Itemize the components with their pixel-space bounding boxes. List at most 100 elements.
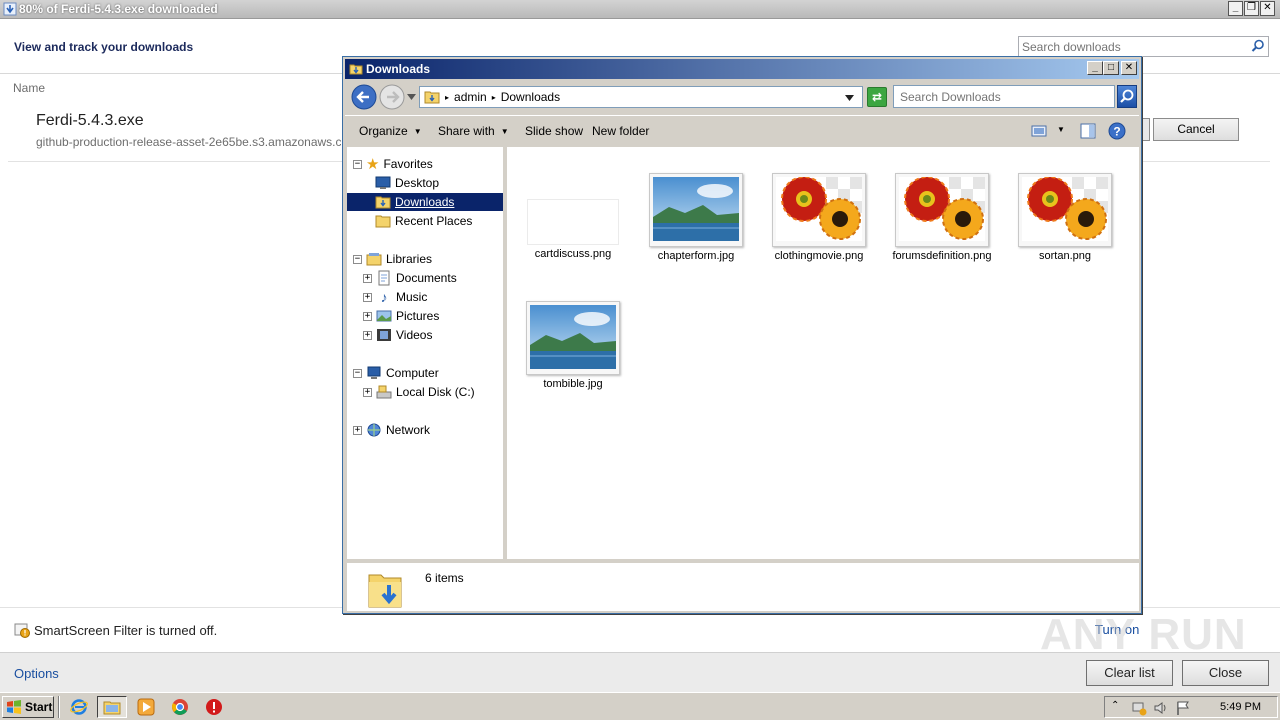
preview-pane-icon[interactable] <box>1080 123 1096 139</box>
blank-thumbnail[interactable] <box>527 199 619 245</box>
history-dropdown-icon[interactable] <box>407 94 416 100</box>
breadcrumb-separator-icon[interactable]: ▸ <box>445 93 449 102</box>
share-with-menu[interactable]: Share with ▼ <box>438 124 509 138</box>
collapse-icon[interactable]: − <box>353 368 362 378</box>
cancel-download-button[interactable]: Cancel <box>1153 118 1239 141</box>
network-status-icon[interactable] <box>1131 700 1147 716</box>
clock[interactable]: 5:49 PM <box>1220 701 1261 713</box>
file-name[interactable]: chapterform.jpg <box>646 250 746 263</box>
volume-icon[interactable] <box>1153 700 1169 716</box>
explorer-search-box[interactable] <box>893 85 1115 108</box>
pictures-icon <box>376 310 392 322</box>
explorer-close-button[interactable]: ✕ <box>1121 61 1137 75</box>
collapse-icon[interactable]: − <box>353 254 362 264</box>
tree-label: Computer <box>386 366 439 380</box>
explorer-maximize-button[interactable]: □ <box>1103 61 1119 75</box>
tree-videos[interactable]: + Videos <box>363 326 432 344</box>
close-button[interactable]: Close <box>1182 660 1269 686</box>
landscape-thumbnail[interactable] <box>526 301 620 375</box>
file-item[interactable]: tombible.jpg <box>523 301 623 391</box>
file-name[interactable]: cartdiscuss.png <box>523 248 623 261</box>
security-app-taskbar[interactable] <box>199 696 229 718</box>
options-link[interactable]: Options <box>14 666 59 681</box>
show-hidden-icons-icon[interactable]: ⌃ <box>1111 700 1119 711</box>
name-column-header[interactable]: Name <box>13 81 45 95</box>
media-player-taskbar[interactable] <box>131 696 161 718</box>
tree-pictures[interactable]: + Pictures <box>363 307 439 325</box>
chrome-taskbar[interactable] <box>165 696 195 718</box>
explorer-search-input[interactable] <box>894 86 1104 107</box>
flowers-thumbnail[interactable] <box>895 173 989 247</box>
explorer-search-button[interactable] <box>1117 85 1137 108</box>
flowers-thumbnail[interactable] <box>1018 173 1112 247</box>
slide-show-button[interactable]: Slide show <box>525 124 583 138</box>
tree-computer[interactable]: − Computer <box>353 364 439 382</box>
search-icon[interactable] <box>1251 39 1265 53</box>
internet-explorer-taskbar[interactable] <box>64 696 94 718</box>
download-icon <box>3 2 17 16</box>
explorer-titlebar: Downloads _ □ ✕ <box>345 59 1139 79</box>
landscape-thumbnail[interactable] <box>649 173 743 247</box>
address-dropdown-icon[interactable] <box>845 95 854 101</box>
explorer-minimize-button[interactable]: _ <box>1087 61 1103 75</box>
tree-music[interactable]: + ♪ Music <box>363 288 427 306</box>
expand-icon[interactable]: + <box>363 273 372 283</box>
expand-icon[interactable]: + <box>363 387 372 397</box>
expand-icon[interactable]: + <box>363 330 372 340</box>
restore-button[interactable]: ❐ <box>1244 1 1259 16</box>
tree-downloads[interactable]: Downloads <box>347 193 503 211</box>
clear-list-button[interactable]: Clear list <box>1086 660 1173 686</box>
back-arrow-icon[interactable] <box>351 84 377 110</box>
view-options-icon[interactable] <box>1031 124 1047 138</box>
item-count: 6 items <box>425 571 464 585</box>
computer-icon <box>367 366 381 379</box>
hard-disk-icon <box>376 385 392 399</box>
expand-icon[interactable]: + <box>353 425 362 435</box>
new-folder-label: New folder <box>592 124 650 138</box>
refresh-icon[interactable]: ⇄ <box>867 87 887 107</box>
organize-menu[interactable]: Organize ▼ <box>359 124 422 138</box>
file-item[interactable]: cartdiscuss.png <box>523 173 623 261</box>
tree-network[interactable]: + Network <box>353 421 430 439</box>
tree-desktop[interactable]: Desktop <box>375 174 439 192</box>
tree-libraries[interactable]: − Libraries <box>353 250 432 268</box>
libraries-icon <box>366 253 382 266</box>
file-item[interactable]: sortan.png <box>1015 173 1115 263</box>
flowers-thumbnail[interactable] <box>772 173 866 247</box>
start-button[interactable]: Start <box>2 696 54 718</box>
view-dropdown-icon[interactable]: ▼ <box>1057 125 1065 134</box>
search-downloads-input[interactable] <box>1019 37 1244 56</box>
collapse-icon[interactable]: − <box>353 159 362 169</box>
help-icon[interactable]: ? <box>1108 122 1126 140</box>
tree-local-disk[interactable]: + Local Disk (C:) <box>363 383 475 401</box>
new-folder-button[interactable]: New folder <box>592 124 649 138</box>
forward-arrow-icon[interactable] <box>379 84 405 110</box>
explorer-taskbar[interactable] <box>97 696 127 718</box>
smartscreen-text: SmartScreen Filter is turned off. <box>34 622 218 638</box>
file-name[interactable]: clothingmovie.png <box>769 250 869 263</box>
tree-favorites[interactable]: − ★ Favorites <box>353 155 433 173</box>
close-window-button[interactable]: ✕ <box>1260 1 1275 16</box>
breadcrumb-admin[interactable]: admin <box>454 90 487 104</box>
breadcrumb-separator-icon[interactable]: ▸ <box>492 93 496 102</box>
stop-sign-icon <box>206 699 222 715</box>
slide-show-label: Slide show <box>525 124 584 138</box>
file-item[interactable]: chapterform.jpg <box>646 173 746 263</box>
address-bar[interactable]: ▸ admin ▸ Downloads <box>419 86 863 108</box>
action-center-flag-icon[interactable] <box>1175 700 1191 716</box>
smartscreen-status: SmartScreen Filter is turned off. <box>14 622 217 638</box>
breadcrumb-downloads[interactable]: Downloads <box>501 90 560 104</box>
file-item[interactable]: forumsdefinition.png <box>892 173 992 263</box>
expand-icon[interactable]: + <box>363 311 372 321</box>
expand-icon[interactable]: + <box>363 292 372 302</box>
turn-on-link[interactable]: Turn on <box>1095 622 1139 637</box>
file-name[interactable]: sortan.png <box>1015 250 1115 263</box>
search-downloads-box[interactable] <box>1018 36 1269 57</box>
file-name[interactable]: tombible.jpg <box>523 378 623 391</box>
windows-logo-icon <box>7 700 21 714</box>
file-name[interactable]: forumsdefinition.png <box>892 250 992 263</box>
tree-recent-places[interactable]: Recent Places <box>375 212 472 230</box>
tree-documents[interactable]: + Documents <box>363 269 457 287</box>
file-item[interactable]: clothingmovie.png <box>769 173 869 263</box>
minimize-button[interactable]: _ <box>1228 1 1243 16</box>
